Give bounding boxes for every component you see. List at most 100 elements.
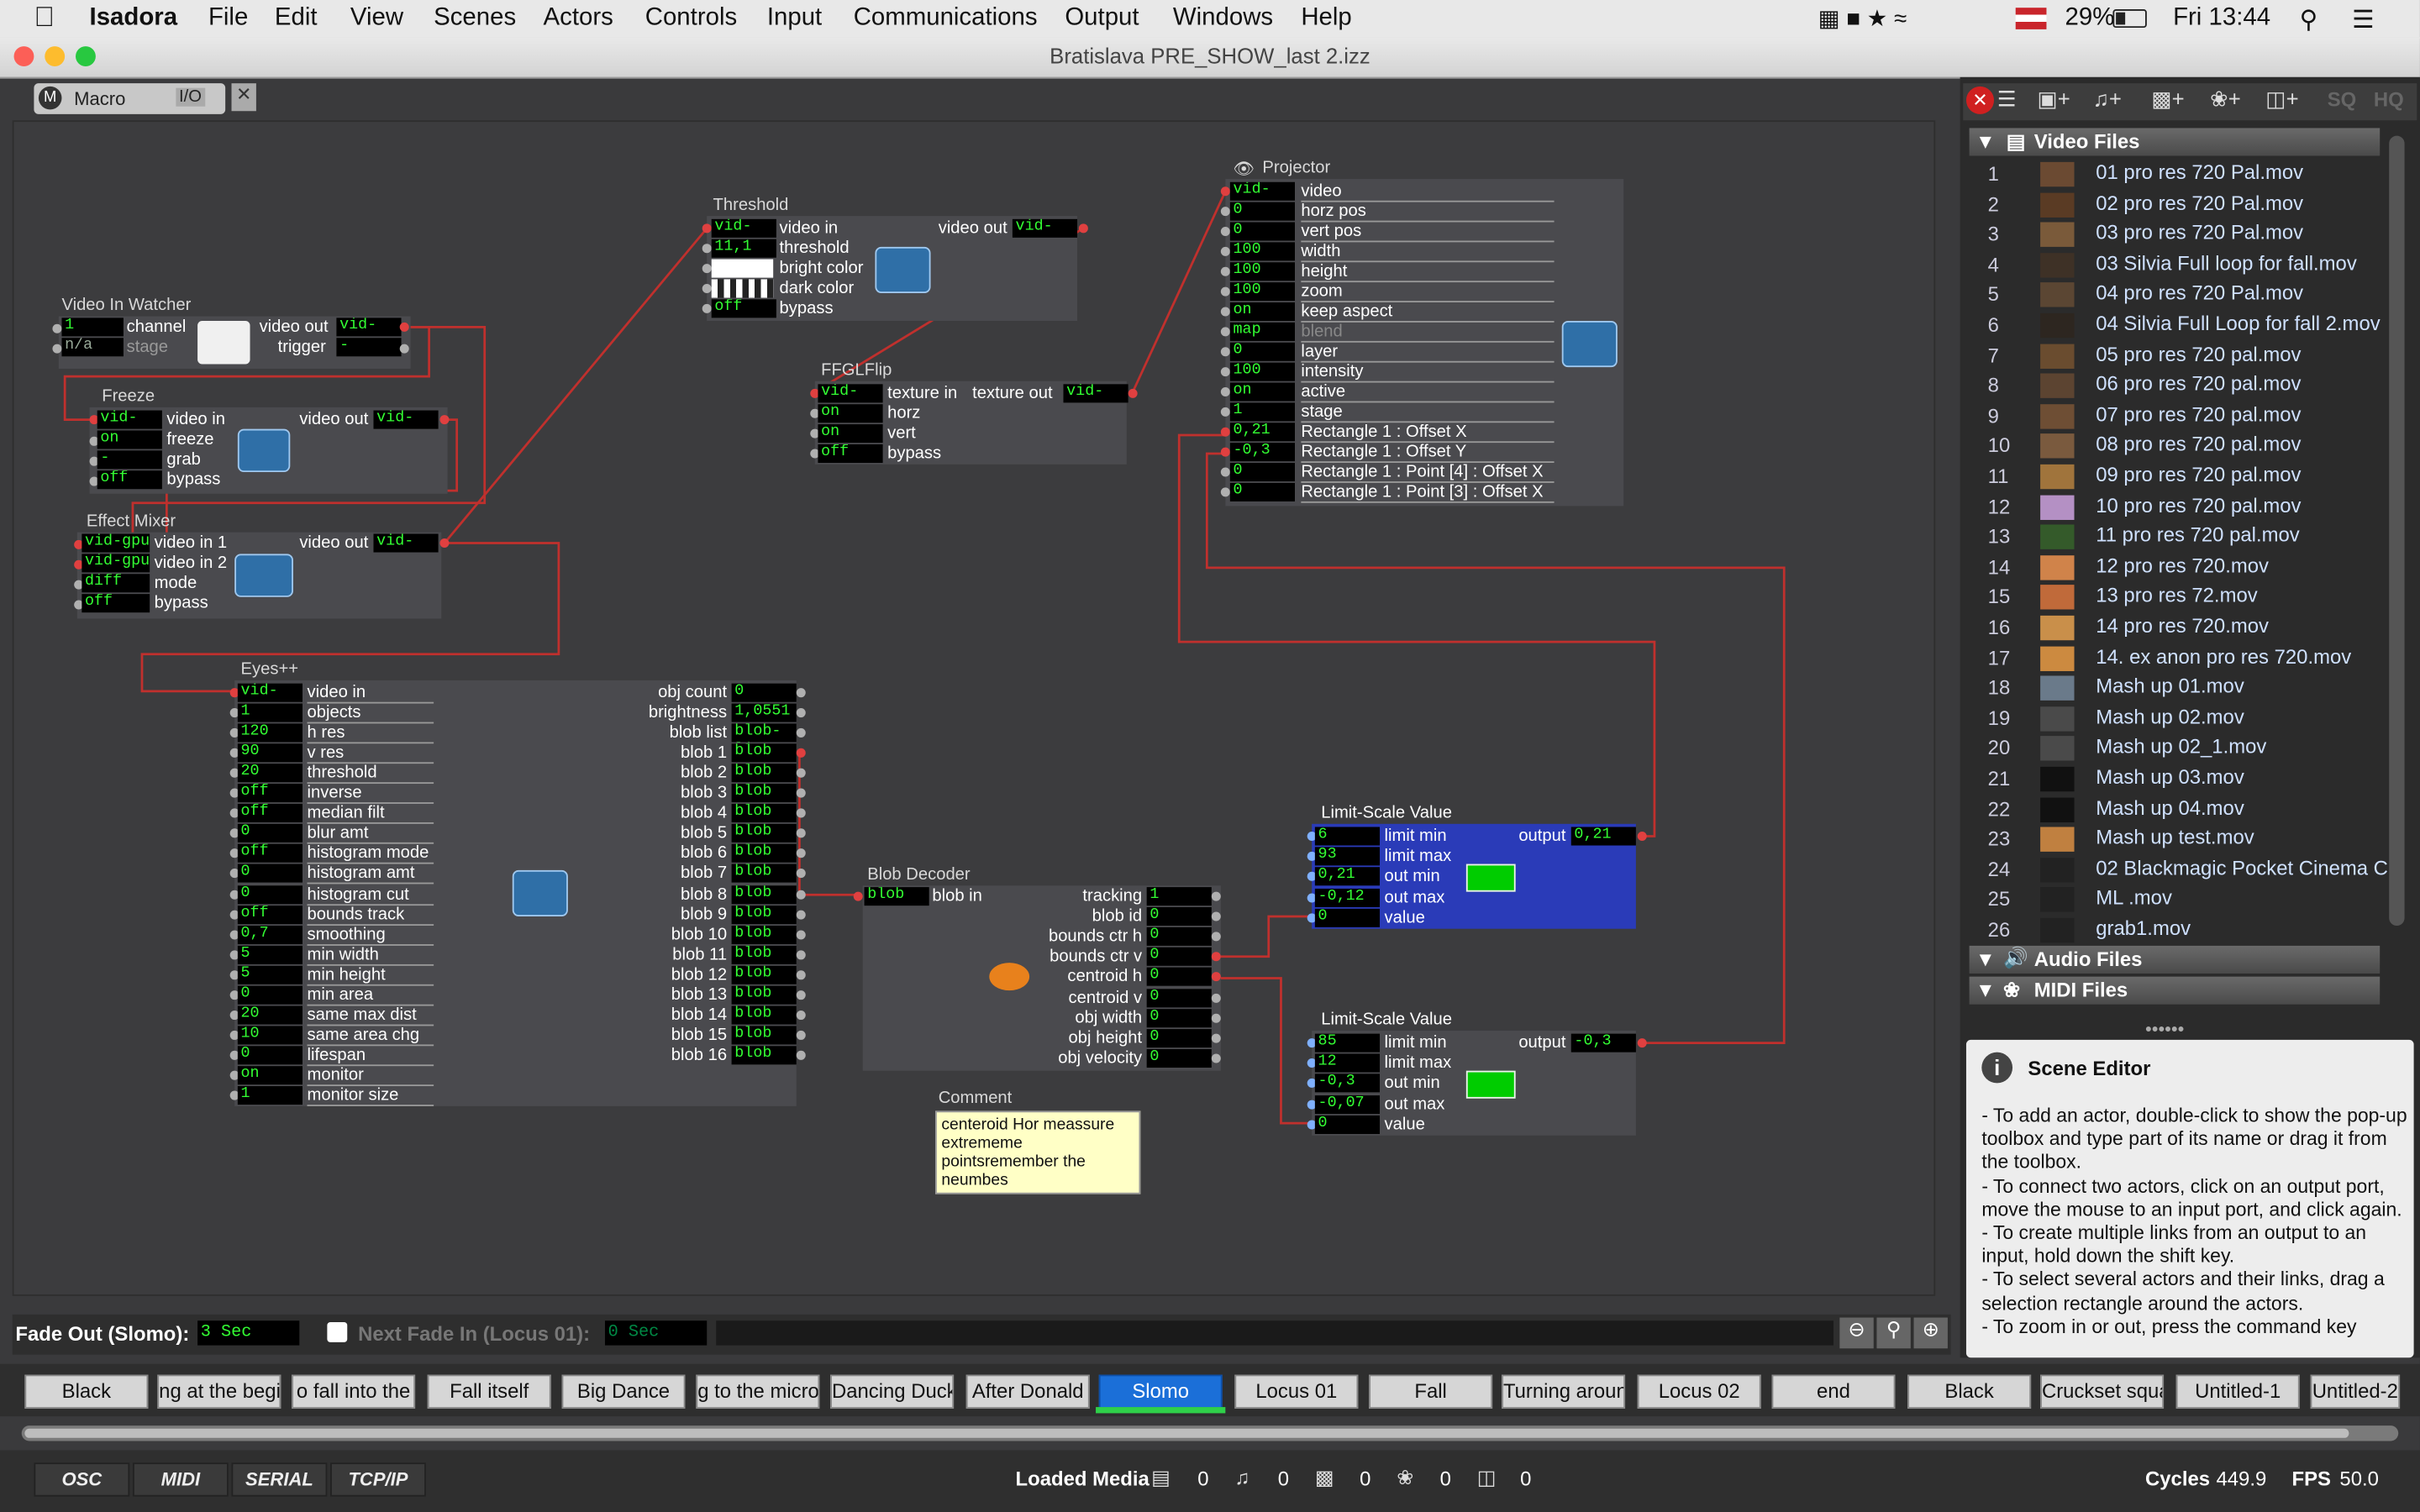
input-port[interactable] xyxy=(853,891,863,901)
param-value[interactable]: 0 xyxy=(1229,463,1295,482)
video-file-row[interactable]: 7 05 pro res 720 pal.mov xyxy=(1970,340,2381,370)
zoom-fit-icon[interactable]: ⚲ xyxy=(1876,1317,1911,1349)
input-port[interactable] xyxy=(52,323,62,333)
media-scrollbar[interactable] xyxy=(2389,135,2405,927)
output-port[interactable] xyxy=(1211,1012,1221,1022)
video-file-row[interactable]: 25 ML .mov xyxy=(1970,885,2381,914)
param-value[interactable]: 93 xyxy=(1314,847,1381,866)
param-value[interactable]: 100 xyxy=(1229,282,1295,302)
video-file-row[interactable]: 19 Mash up 02.mov xyxy=(1970,703,2381,732)
video-out-value[interactable]: vid-gpu xyxy=(1012,218,1078,238)
scene-button[interactable]: Black xyxy=(1907,1374,2032,1409)
output-port[interactable] xyxy=(1211,891,1221,901)
output-value[interactable]: blob xyxy=(731,885,797,904)
link-icon[interactable]: ☰ xyxy=(1997,87,2017,113)
input-port[interactable] xyxy=(702,303,712,313)
param-value[interactable]: 0 xyxy=(1229,202,1295,221)
scene-button[interactable]: Locus 02 xyxy=(1637,1374,1761,1409)
output-value[interactable]: 0 xyxy=(1146,988,1212,1007)
midi-button[interactable]: MIDI xyxy=(132,1462,229,1497)
serial-button[interactable]: SERIAL xyxy=(231,1462,328,1497)
fade-out-value[interactable]: 3 Sec xyxy=(197,1320,300,1346)
output-port[interactable] xyxy=(796,708,806,718)
output-value[interactable]: 0 xyxy=(1146,1008,1212,1027)
param-value[interactable]: 0 xyxy=(1229,222,1295,241)
output-port[interactable] xyxy=(1078,223,1088,234)
output-port[interactable] xyxy=(796,949,806,959)
next-fade-checkbox[interactable] xyxy=(327,1322,348,1342)
video-file-row[interactable]: 4 03 Silvia Full loop for fall.mov xyxy=(1970,249,2381,279)
video-file-row[interactable]: 20 Mash up 02_1.mov xyxy=(1970,733,2381,763)
comment-text[interactable]: centeroid Hor meassure extrememe pointsr… xyxy=(935,1110,1141,1194)
video-file-row[interactable]: 17 14. ex anon pro res 720.mov xyxy=(1970,643,2381,672)
param-value[interactable]: 0 xyxy=(237,885,302,904)
scene-button[interactable]: Black xyxy=(24,1374,149,1409)
bypass-value[interactable]: off xyxy=(711,299,776,318)
output-value[interactable]: blob xyxy=(731,784,797,803)
param-value[interactable]: 120 xyxy=(237,723,302,743)
output-value[interactable]: blob xyxy=(731,985,797,1005)
output-port[interactable] xyxy=(439,415,450,425)
output-value[interactable]: blob xyxy=(731,824,797,843)
video-file-row[interactable]: 22 Mash up 04.mov xyxy=(1970,794,2381,823)
output-port[interactable] xyxy=(796,1030,806,1040)
add-picture-icon[interactable]: ▩+ xyxy=(2151,87,2184,113)
output-value[interactable]: 0,21 xyxy=(1570,827,1636,846)
output-port[interactable] xyxy=(399,322,409,332)
param-value[interactable]: 0 xyxy=(1314,1115,1381,1134)
eye-icon[interactable]: 👁 xyxy=(1234,159,1255,179)
param-value[interactable]: -0,3 xyxy=(1314,1074,1381,1094)
scene-button[interactable]: Untitled-1 xyxy=(2175,1374,2300,1409)
param-value[interactable]: map xyxy=(1229,322,1295,341)
output-value[interactable]: -0,3 xyxy=(1570,1033,1636,1053)
video-out-value[interactable]: vid-gpu xyxy=(336,318,402,337)
input-port[interactable] xyxy=(1220,487,1230,497)
video-file-row[interactable]: 16 14 pro res 720.mov xyxy=(1970,612,2381,642)
param-value[interactable]: off xyxy=(237,784,302,803)
output-port[interactable] xyxy=(1637,1038,1647,1048)
video-file-row[interactable]: 13 11 pro res 720 pal.mov xyxy=(1970,522,2381,551)
param-value[interactable]: 6 xyxy=(1314,827,1381,846)
scene-button[interactable]: Slomo xyxy=(1098,1374,1223,1409)
output-value[interactable]: blob xyxy=(731,764,797,783)
audio-files-header[interactable]: ▼ 🔊 Audio Files xyxy=(1969,945,2381,974)
param-value[interactable]: 0 xyxy=(237,1046,302,1065)
param-value[interactable]: 12 xyxy=(1314,1053,1381,1073)
input-port[interactable] xyxy=(1220,266,1230,276)
video-file-row[interactable]: 10 08 pro res 720 pal.mov xyxy=(1970,431,2381,460)
osc-button[interactable]: OSC xyxy=(34,1462,130,1497)
add-midi-icon[interactable]: ❀+ xyxy=(2210,87,2241,113)
video-file-row[interactable]: 14 12 pro res 720.mov xyxy=(1970,552,2381,581)
output-port[interactable] xyxy=(796,929,806,939)
threshold-value[interactable]: 11,1 xyxy=(711,239,776,258)
add-3d-icon[interactable]: ◫+ xyxy=(2265,87,2298,113)
scene-scroll-thumb[interactable] xyxy=(24,1428,2349,1438)
output-port[interactable] xyxy=(796,969,806,979)
output-value[interactable]: blob xyxy=(731,844,797,864)
vert-value[interactable]: on xyxy=(818,424,883,444)
input-port[interactable] xyxy=(1220,286,1230,297)
param-value[interactable]: off xyxy=(237,905,302,924)
param-value[interactable]: 5 xyxy=(237,945,302,964)
remove-media-icon[interactable]: ✕ xyxy=(1965,86,1995,114)
param-value[interactable]: 0 xyxy=(1229,342,1295,361)
scene-button[interactable]: Fall xyxy=(1369,1374,1493,1409)
param-value[interactable]: vid-gpu xyxy=(1229,181,1295,201)
param-value[interactable]: vid-gpu xyxy=(237,683,302,702)
param-value[interactable]: -0,12 xyxy=(1314,888,1381,907)
param-value[interactable]: 1 xyxy=(1229,402,1295,422)
video-file-row[interactable]: 18 Mash up 01.mov xyxy=(1970,673,2381,702)
video-file-row[interactable]: 2 02 pro res 720 Pal.mov xyxy=(1970,189,2381,218)
texture-out-value[interactable]: vid-gpu xyxy=(1063,384,1128,403)
sq-button[interactable]: SQ xyxy=(2328,88,2357,112)
video-file-row[interactable]: 21 Mash up 03.mov xyxy=(1970,764,2381,793)
scene-button[interactable]: Turning around xyxy=(1502,1374,1626,1409)
video-in-value[interactable]: vid-gpu xyxy=(711,218,776,238)
input-port[interactable] xyxy=(702,244,712,254)
midi-files-header[interactable]: ▼ ❀ MIDI Files xyxy=(1969,976,2381,1005)
output-port[interactable] xyxy=(1211,1053,1221,1063)
mode-value[interactable]: diff xyxy=(82,574,150,593)
video-in-value[interactable]: vid-gpu xyxy=(97,410,162,429)
input-port[interactable] xyxy=(1220,327,1230,337)
dark-color-swatch[interactable] xyxy=(711,279,774,298)
